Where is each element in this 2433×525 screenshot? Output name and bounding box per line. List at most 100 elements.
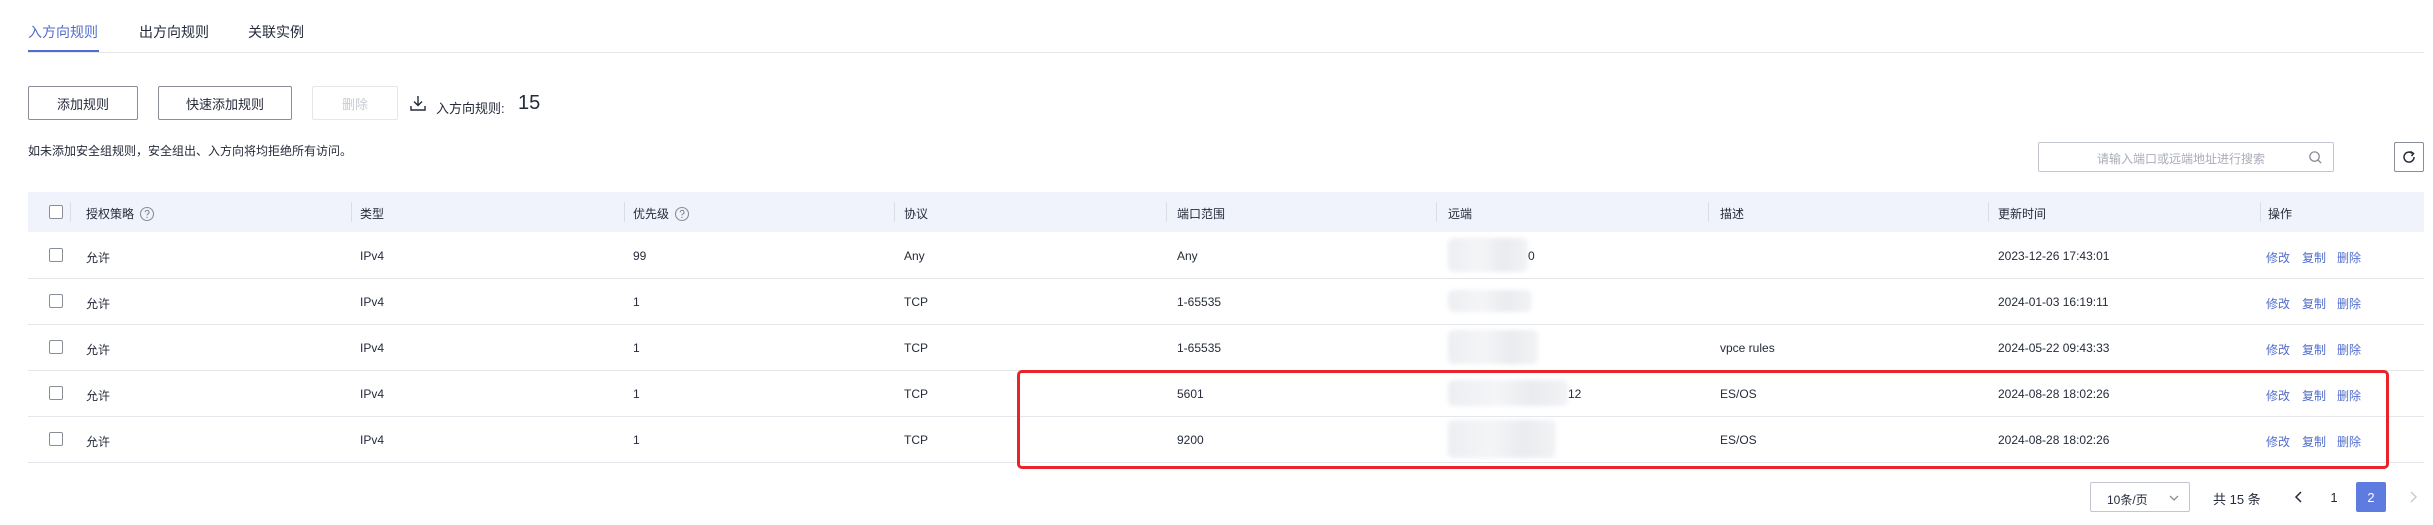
cell-description: ES/OS bbox=[1720, 433, 1757, 447]
cell-description: vpce rules bbox=[1720, 341, 1775, 355]
cell-port-range: Any bbox=[1177, 249, 1198, 263]
copy-link[interactable]: 复制 bbox=[2302, 387, 2326, 404]
table-row: 允许 IPv4 1 TCP 5601 12 ES/OS 2024-08-28 1… bbox=[28, 370, 2424, 417]
cell-policy: 允许 bbox=[86, 297, 111, 311]
column-header-remote: 远端 bbox=[1448, 207, 1473, 221]
cell-type: IPv4 bbox=[360, 433, 385, 447]
column-separator bbox=[2260, 202, 2261, 222]
rule-hint-text: 如未添加安全组规则，安全组出、入方向将均拒绝所有访问。 bbox=[28, 144, 353, 158]
column-header-type: 类型 bbox=[360, 207, 385, 221]
page-size-select[interactable]: 10条/页 bbox=[2090, 482, 2190, 512]
cell-type: IPv4 bbox=[360, 341, 385, 355]
redacted-remote-address bbox=[1448, 330, 1538, 364]
cell-policy: 允许 bbox=[86, 343, 111, 357]
column-separator bbox=[70, 202, 71, 222]
cell-port-range: 5601 bbox=[1177, 387, 1204, 401]
modify-link[interactable]: 修改 bbox=[2266, 295, 2290, 312]
copy-link[interactable]: 复制 bbox=[2302, 295, 2326, 312]
row-checkbox[interactable] bbox=[49, 248, 63, 262]
column-header-description: 描述 bbox=[1720, 207, 1745, 221]
refresh-icon bbox=[2403, 150, 2415, 163]
modify-link[interactable]: 修改 bbox=[2266, 341, 2290, 358]
table-row: 允许 IPv4 99 Any Any 0 2023-12-26 17:43:01… bbox=[28, 232, 2424, 279]
modify-link[interactable]: 修改 bbox=[2266, 433, 2290, 450]
cell-protocol: TCP bbox=[904, 295, 928, 309]
redacted-remote-address bbox=[1448, 238, 1528, 272]
cell-type: IPv4 bbox=[360, 387, 385, 401]
cell-policy: 允许 bbox=[86, 389, 111, 403]
cell-port-range: 9200 bbox=[1177, 433, 1204, 447]
cell-remote: 12 bbox=[1568, 387, 1582, 401]
select-all-checkbox[interactable] bbox=[49, 205, 63, 219]
column-separator bbox=[624, 202, 625, 222]
page-button-2[interactable]: 2 bbox=[2356, 482, 2386, 512]
quick-add-rule-button[interactable]: 快速添加规则 bbox=[158, 86, 292, 120]
cell-port-range: 1-65535 bbox=[1177, 341, 1222, 355]
search-icon[interactable] bbox=[2308, 150, 2323, 165]
cell-updated-time: 2023-12-26 17:43:01 bbox=[1998, 249, 2110, 263]
modify-link[interactable]: 修改 bbox=[2266, 387, 2290, 404]
row-checkbox[interactable] bbox=[49, 386, 63, 400]
delete-link[interactable]: 删除 bbox=[2337, 433, 2361, 450]
cell-policy: 允许 bbox=[86, 251, 111, 265]
tab-inbound-rules[interactable]: 入方向规则 bbox=[28, 22, 98, 42]
cell-priority: 1 bbox=[633, 387, 640, 401]
column-header-actions: 操作 bbox=[2268, 207, 2293, 221]
column-separator bbox=[351, 202, 352, 222]
cell-type: IPv4 bbox=[360, 295, 385, 309]
delete-link[interactable]: 删除 bbox=[2337, 249, 2361, 266]
row-checkbox[interactable] bbox=[49, 340, 63, 354]
cell-priority: 1 bbox=[633, 433, 640, 447]
row-checkbox[interactable] bbox=[49, 432, 63, 446]
column-separator bbox=[1166, 202, 1167, 222]
delete-link[interactable]: 删除 bbox=[2337, 295, 2361, 312]
inbound-rule-count-label: 入方向规则: bbox=[436, 101, 505, 116]
redacted-remote-address bbox=[1448, 420, 1556, 458]
delete-link[interactable]: 删除 bbox=[2337, 387, 2361, 404]
chevron-left-icon[interactable] bbox=[2290, 488, 2308, 506]
search-input[interactable]: 请输入端口或远端地址进行搜索 bbox=[2038, 142, 2334, 172]
help-icon[interactable] bbox=[139, 206, 155, 222]
redacted-remote-address bbox=[1448, 380, 1568, 406]
cell-description: ES/OS bbox=[1720, 387, 1757, 401]
copy-link[interactable]: 复制 bbox=[2302, 433, 2326, 450]
table-row: 允许 IPv4 1 TCP 9200 ES/OS 2024-08-28 18:0… bbox=[28, 416, 2424, 463]
tab-associated-instances[interactable]: 关联实例 bbox=[248, 22, 304, 42]
copy-link[interactable]: 复制 bbox=[2302, 249, 2326, 266]
column-separator bbox=[1436, 202, 1437, 222]
cell-priority: 1 bbox=[633, 341, 640, 355]
rule-tabs: 入方向规则 出方向规则 关联实例 bbox=[28, 0, 2424, 53]
modify-link[interactable]: 修改 bbox=[2266, 249, 2290, 266]
chevron-right-icon[interactable] bbox=[2404, 488, 2422, 506]
download-icon[interactable] bbox=[408, 93, 428, 113]
row-checkbox[interactable] bbox=[49, 294, 63, 308]
delete-button[interactable]: 删除 bbox=[312, 86, 398, 120]
column-separator bbox=[894, 202, 895, 222]
page-button-1[interactable]: 1 bbox=[2319, 482, 2349, 512]
cell-priority: 99 bbox=[633, 249, 647, 263]
add-rule-button[interactable]: 添加规则 bbox=[28, 86, 138, 120]
inbound-rule-count: 15 bbox=[518, 92, 541, 114]
refresh-button[interactable] bbox=[2394, 142, 2424, 172]
cell-protocol: TCP bbox=[904, 341, 928, 355]
redacted-remote-address bbox=[1448, 290, 1532, 312]
column-header-policy: 授权策略 bbox=[86, 205, 155, 222]
cell-priority: 1 bbox=[633, 295, 640, 309]
cell-port-range: 1-65535 bbox=[1177, 295, 1222, 309]
cell-protocol: TCP bbox=[904, 387, 928, 401]
cell-updated-time: 2024-08-28 18:02:26 bbox=[1998, 433, 2110, 447]
cell-remote: 0 bbox=[1528, 249, 1535, 263]
cell-policy: 允许 bbox=[86, 435, 111, 449]
search-placeholder: 请输入端口或远端地址进行搜索 bbox=[2097, 152, 2266, 166]
chevron-down-icon bbox=[2169, 495, 2179, 501]
column-header-protocol: 协议 bbox=[904, 207, 929, 221]
delete-link[interactable]: 删除 bbox=[2337, 341, 2361, 358]
copy-link[interactable]: 复制 bbox=[2302, 341, 2326, 358]
help-icon[interactable] bbox=[674, 206, 690, 222]
table-row: 允许 IPv4 1 TCP 1-65535 vpce rules 2024-05… bbox=[28, 324, 2424, 371]
tab-outbound-rules[interactable]: 出方向规则 bbox=[139, 22, 209, 42]
cell-updated-time: 2024-01-03 16:19:11 bbox=[1998, 295, 2109, 309]
cell-protocol: TCP bbox=[904, 433, 928, 447]
cell-type: IPv4 bbox=[360, 249, 385, 263]
table-header: 授权策略 类型 优先级 协议 端口范围 远端 描述 更新时间 操作 bbox=[28, 192, 2424, 232]
